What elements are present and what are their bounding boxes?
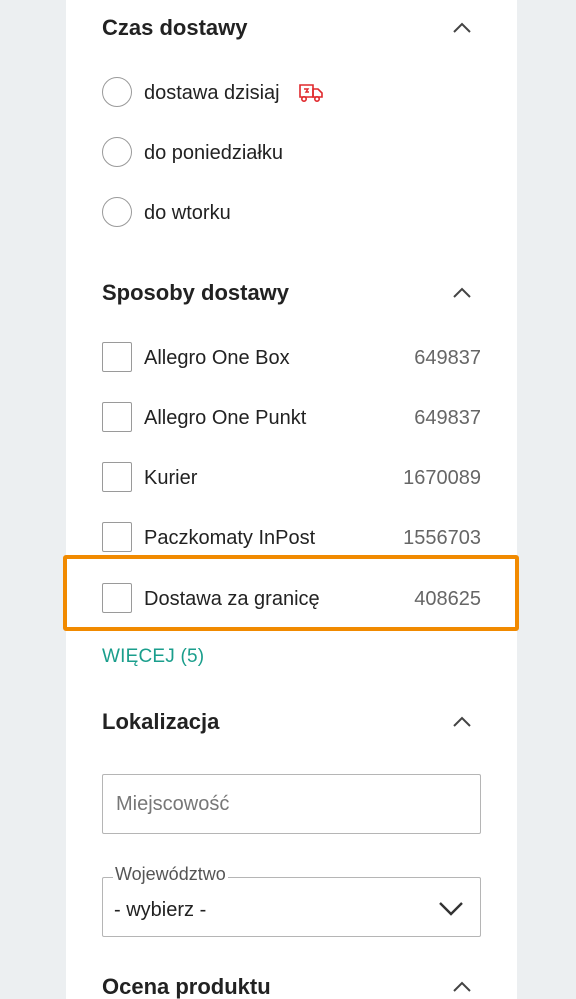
checkbox[interactable] [102,462,132,492]
location-collapse-chevron-up-icon[interactable] [450,710,474,734]
radio-option-monday[interactable]: do poniedziałku [102,137,442,169]
radio-option-today[interactable]: dostawa dzisiaj [102,77,442,109]
checkbox-option-allegro-one-punkt[interactable]: Allegro One Punkt 649837 [102,402,482,434]
checkbox[interactable] [102,402,132,432]
location-title: Lokalizacja [102,709,220,734]
delivery-time-title: Czas dostawy [102,15,248,40]
highlight-box [63,555,519,631]
filters-panel: Czas dostawy dostawa dzisiaj do poniedzi… [66,0,517,999]
checkbox-label: Paczkomaty InPost [144,527,316,549]
delivery-methods-title: Sposoby dostawy [102,280,290,305]
region-select-value: - wybierz - [114,899,207,921]
option-count: 649837 [414,347,481,369]
delivery-time-collapse-chevron-up-icon[interactable] [450,16,474,40]
checkbox-option-allegro-one-box[interactable]: Allegro One Box 649837 [102,342,482,374]
rating-collapse-chevron-up-icon[interactable] [450,975,474,999]
checkbox-label: Kurier [144,467,198,489]
rating-title: Ocena produktu [102,974,271,999]
region-select[interactable]: - wybierz - [102,877,481,937]
region-select-label: Województwo [113,864,228,884]
radio-button[interactable] [102,197,132,227]
option-count: 649837 [414,407,481,429]
radio-button[interactable] [102,77,132,107]
checkbox[interactable] [102,342,132,372]
city-input[interactable] [102,774,481,834]
radio-label: do poniedziałku [144,142,283,164]
checkbox[interactable] [102,522,132,552]
checkbox-label: Allegro One Punkt [144,407,307,429]
radio-label: dostawa dzisiaj [144,82,280,104]
delivery-methods-collapse-chevron-up-icon[interactable] [450,281,474,305]
radio-button[interactable] [102,137,132,167]
checkbox-label: Allegro One Box [144,347,290,369]
checkbox-option-paczkomaty-inpost[interactable]: Paczkomaty InPost 1556703 [102,522,482,554]
option-count: 1556703 [403,527,481,549]
delivery-truck-icon [298,81,324,103]
radio-option-tuesday[interactable]: do wtorku [102,197,442,229]
option-count: 1670089 [403,467,481,489]
checkbox-option-kurier[interactable]: Kurier 1670089 [102,462,482,494]
show-more-delivery-methods-link[interactable]: WIĘCEJ (5) [102,646,204,668]
chevron-down-icon [437,896,465,920]
radio-label: do wtorku [144,202,231,224]
